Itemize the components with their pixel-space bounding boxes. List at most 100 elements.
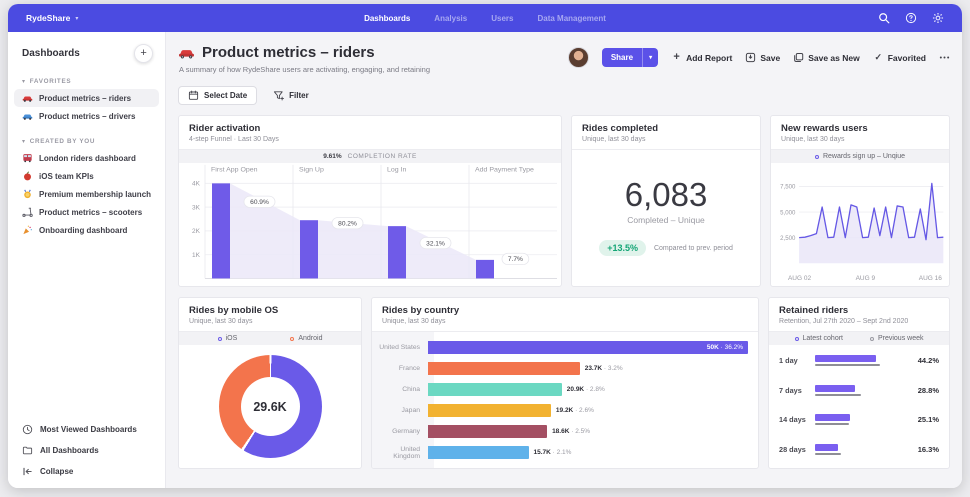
most-viewed-dashboards[interactable]: Most Viewed Dashboards [8, 419, 165, 440]
more-button[interactable] [939, 52, 950, 63]
save-as-new-button[interactable]: Save as New [793, 52, 860, 63]
retention-row-14-days[interactable]: 14 days25.1% [779, 414, 939, 425]
nav-link-dashboards[interactable]: Dashboards [364, 14, 410, 23]
card-title: Rides by mobile OS [189, 305, 351, 316]
nav-link-data-management[interactable]: Data Management [537, 14, 605, 23]
footer-item-label: Collapse [40, 467, 73, 476]
legend-item-previous-week[interactable]: Previous week [870, 335, 924, 342]
share-label: Share [602, 48, 642, 67]
bar-value: 50K [707, 344, 719, 351]
filter-button[interactable]: Filter [273, 90, 309, 101]
country-row-united-states[interactable]: United States50K · 36.2% [372, 341, 748, 354]
country-bar-chart: United States50K · 36.2% France23.7K · 3.… [372, 331, 758, 468]
retention-value: 16.3% [909, 445, 939, 454]
settings-gear-icon[interactable] [932, 12, 944, 24]
save-button[interactable]: Save [745, 52, 780, 63]
medal-icon [22, 189, 33, 199]
legend-item-latest-cohort[interactable]: Latest cohort [795, 335, 843, 342]
chevron-down-icon[interactable]: ▾ [642, 48, 658, 67]
calendar-icon [188, 90, 199, 101]
sidebar-item-product-metrics-riders[interactable]: Product metrics – riders [14, 89, 159, 107]
add-report-button[interactable]: +Add Report [671, 52, 732, 63]
retention-chart: 1 day44.2% 7 days28.8% 14 days25.1% 28 days… [769, 345, 949, 468]
section-header[interactable]: ▾FAVORITES [8, 78, 165, 85]
sidebar-item-ios-team-kpis[interactable]: iOS team KPIs [14, 167, 159, 185]
retention-row-7-days[interactable]: 7 days28.8% [779, 385, 939, 396]
bar-value: 15.7K [534, 449, 551, 456]
all-dashboards[interactable]: All Dashboards [8, 440, 165, 461]
user-avatar[interactable] [568, 47, 589, 68]
sidebar-sections: ▾FAVORITES Product metrics – riders Produc… [8, 65, 165, 239]
previous-week-bar [815, 453, 841, 455]
country-bar[interactable]: 50K · 36.2% [428, 341, 748, 354]
save-icon [745, 52, 756, 63]
country-bar[interactable] [428, 404, 551, 417]
svg-text:2,500: 2,500 [780, 235, 796, 242]
section-label: CREATED BY YOU [30, 138, 95, 145]
select-date-button[interactable]: Select Date [178, 86, 257, 105]
sidebar-item-onboarding-dashboard[interactable]: Onboarding dashboard [14, 221, 159, 239]
sidebar-section: ▾FAVORITES Product metrics – riders Produc… [8, 78, 165, 125]
legend-item-rewards-sign-up-unqiue[interactable]: Rewards sign up – Unqiue [815, 153, 905, 160]
legend-ring-icon [795, 337, 799, 341]
country-row-united-kingdom[interactable]: United Kingdom15.7K · 2.1% [372, 446, 748, 459]
country-bar[interactable] [428, 425, 547, 438]
legend-item-android[interactable]: Android [290, 335, 322, 342]
donut-body: 29.6K [179, 345, 361, 468]
search-icon[interactable] [878, 12, 890, 24]
retention-row-28-days[interactable]: 28 days16.3% [779, 444, 939, 455]
svg-text:7.7%: 7.7% [508, 256, 523, 263]
folder-icon [22, 445, 33, 456]
bar-value: 20.9K [567, 386, 584, 393]
collapse-sidebar[interactable]: Collapse [8, 461, 165, 482]
country-bar[interactable] [428, 362, 580, 375]
sidebar-item-product-metrics-scooters[interactable]: Product metrics – scooters [14, 203, 159, 221]
legend-label: iOS [226, 335, 238, 342]
legend-label: Previous week [878, 335, 924, 342]
donut-chart[interactable]: 29.6K [219, 355, 322, 458]
svg-text:4K: 4K [192, 181, 201, 188]
svg-text:First App Open: First App Open [211, 167, 258, 174]
help-icon[interactable] [905, 12, 917, 24]
favorited-button[interactable]: ✓Favorited [873, 52, 926, 63]
primary-nav: Dashboards Analysis Users Data Management [364, 14, 606, 23]
party-icon [22, 225, 33, 235]
chevron-down-icon: ▾ [75, 15, 78, 22]
retention-row-1-day[interactable]: 1 day44.2% [779, 355, 939, 366]
legend-strip: Latest cohort Previous week [769, 331, 949, 345]
completion-rate-label: COMPLETION RATE [348, 153, 417, 160]
sidebar-item-product-metrics-drivers[interactable]: Product metrics – drivers [14, 107, 159, 125]
sidebar-item-premium-membership-launch[interactable]: Premium membership launch [14, 185, 159, 203]
sidebar-item-london-riders-dashboard[interactable]: London riders dashboard [14, 149, 159, 167]
share-button[interactable]: Share ▾ [602, 48, 658, 67]
svg-text:Add Payment Type: Add Payment Type [475, 167, 534, 174]
country-bar[interactable] [428, 383, 562, 396]
country-row-france[interactable]: France23.7K · 3.2% [372, 362, 748, 375]
funnel-chart[interactable]: 4K3K2K1KFirst App OpenSign UpLog InAdd P… [179, 163, 561, 286]
bar-percent: 2.1% [557, 449, 572, 456]
new-dashboard-button[interactable]: + [134, 44, 153, 63]
country-row-china[interactable]: China20.9K · 2.8% [372, 383, 748, 396]
ellipsis-icon [939, 52, 950, 63]
country-row-japan[interactable]: Japan19.2K · 2.6% [372, 404, 748, 417]
line-chart[interactable]: 2,5005,0007,500AUG 02AUG 9AUG 16 [771, 163, 949, 286]
chevron-down-icon: ▾ [22, 138, 26, 145]
sidebar-item-label: Product metrics – drivers [39, 112, 135, 121]
legend-strip: iOS Android [179, 331, 361, 345]
legend-item-ios[interactable]: iOS [218, 335, 238, 342]
completion-rate-value: 9.61% [323, 153, 341, 160]
section-header[interactable]: ▾ CREATED BY YOU [8, 138, 165, 145]
retention-value: 44.2% [909, 356, 939, 365]
bar-percent: 36.2% [725, 344, 743, 351]
latest-cohort-bar [815, 414, 850, 421]
nav-link-users[interactable]: Users [491, 14, 513, 23]
country-row-germany[interactable]: Germany18.6K · 2.5% [372, 425, 748, 438]
clock-icon [22, 424, 33, 435]
country-bar[interactable] [428, 446, 528, 459]
brand-menu[interactable]: RydeShare ▾ [26, 13, 78, 23]
footer-item-label: Most Viewed Dashboards [40, 425, 137, 434]
retention-label: 14 days [779, 415, 815, 424]
header-actions: Share ▾ +Add Report Save Save as New ✓Favor… [568, 47, 950, 68]
nav-link-analysis[interactable]: Analysis [434, 14, 467, 23]
svg-text:60.9%: 60.9% [250, 199, 269, 206]
